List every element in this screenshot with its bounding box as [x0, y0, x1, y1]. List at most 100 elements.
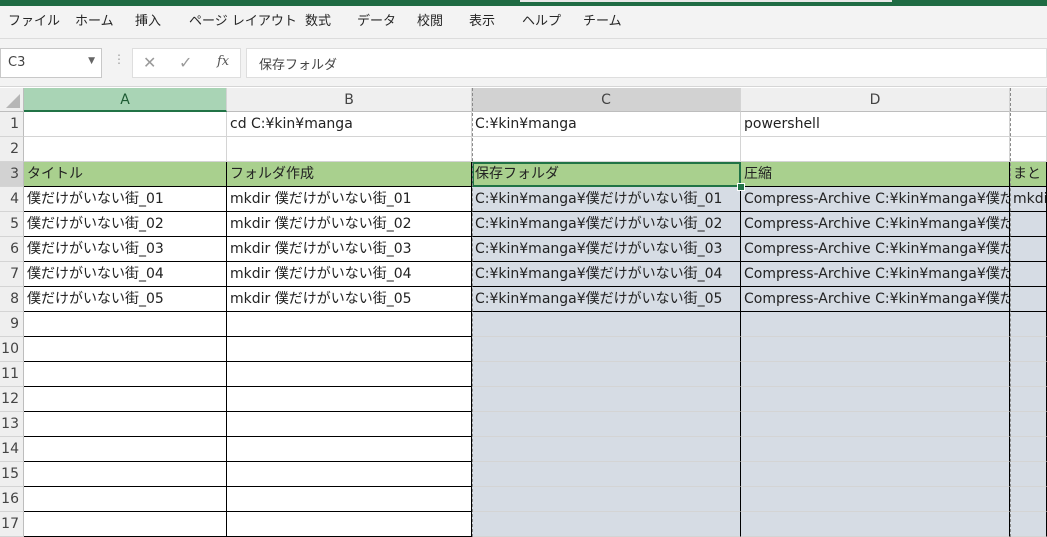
row-header-11[interactable]: 11: [0, 362, 24, 387]
cell-b13[interactable]: [227, 412, 472, 437]
check-icon[interactable]: ✓: [179, 53, 192, 72]
row-header-4[interactable]: 4: [0, 187, 24, 212]
cell-b9[interactable]: [227, 312, 472, 337]
cell-a4[interactable]: 僕だけがいない街_01: [24, 187, 227, 212]
cell-a10[interactable]: [24, 337, 227, 362]
row-header-14[interactable]: 14: [0, 437, 24, 462]
row-header-7[interactable]: 7: [0, 262, 24, 287]
cell-d6[interactable]: Compress-Archive C:¥kin¥manga¥僕だ: [741, 237, 1010, 262]
row-header-15[interactable]: 15: [0, 462, 24, 487]
tab-data[interactable]: データ: [357, 6, 396, 38]
column-header-e[interactable]: [1010, 88, 1047, 112]
cell-c17[interactable]: [472, 512, 741, 537]
cell-c14[interactable]: [472, 437, 741, 462]
name-box[interactable]: C3 ▼: [0, 48, 102, 78]
cancel-icon[interactable]: ✕: [143, 53, 156, 72]
cell-b8[interactable]: mkdir 僕だけがいない街_05: [227, 287, 472, 312]
row-header-17[interactable]: 17: [0, 512, 24, 537]
cell-e9[interactable]: [1010, 312, 1047, 337]
cell-a5[interactable]: 僕だけがいない街_02: [24, 212, 227, 237]
select-all-corner[interactable]: [0, 88, 24, 112]
cell-d4[interactable]: Compress-Archive C:¥kin¥manga¥僕だ: [741, 187, 1010, 212]
cell-e1[interactable]: [1010, 112, 1047, 137]
cell-d12[interactable]: [741, 387, 1010, 412]
cell-d15[interactable]: [741, 462, 1010, 487]
cell-c15[interactable]: [472, 462, 741, 487]
cell-e14[interactable]: [1010, 437, 1047, 462]
tab-file[interactable]: ファイル: [8, 6, 60, 38]
cell-d16[interactable]: [741, 487, 1010, 512]
cell-e5[interactable]: [1010, 212, 1047, 237]
cell-d2[interactable]: [741, 137, 1010, 162]
tab-formulas[interactable]: 数式: [305, 6, 331, 38]
cell-c13[interactable]: [472, 412, 741, 437]
cell-d7[interactable]: Compress-Archive C:¥kin¥manga¥僕だ: [741, 262, 1010, 287]
cell-c6[interactable]: C:¥kin¥manga¥僕だけがいない街_03: [472, 237, 741, 262]
cell-e16[interactable]: [1010, 487, 1047, 512]
cell-c1[interactable]: C:¥kin¥manga: [472, 112, 741, 137]
cell-d1[interactable]: powershell: [741, 112, 1010, 137]
formula-input[interactable]: 保存フォルダ: [246, 48, 1047, 78]
cell-d10[interactable]: [741, 337, 1010, 362]
cell-b14[interactable]: [227, 437, 472, 462]
cell-d5[interactable]: Compress-Archive C:¥kin¥manga¥僕だ: [741, 212, 1010, 237]
cell-a16[interactable]: [24, 487, 227, 512]
cell-b6[interactable]: mkdir 僕だけがいない街_03: [227, 237, 472, 262]
cell-b3[interactable]: フォルダ作成: [227, 162, 472, 187]
tab-insert[interactable]: 挿入: [135, 6, 161, 38]
tab-review[interactable]: 校閲: [417, 6, 443, 38]
cell-c8[interactable]: C:¥kin¥manga¥僕だけがいない街_05: [472, 287, 741, 312]
cell-a6[interactable]: 僕だけがいない街_03: [24, 237, 227, 262]
cell-a15[interactable]: [24, 462, 227, 487]
column-header-d[interactable]: D: [741, 88, 1010, 112]
cell-a3[interactable]: タイトル: [24, 162, 227, 187]
cell-e6[interactable]: [1010, 237, 1047, 262]
cell-e10[interactable]: [1010, 337, 1047, 362]
cell-e7[interactable]: [1010, 262, 1047, 287]
cell-a11[interactable]: [24, 362, 227, 387]
column-header-b[interactable]: B: [227, 88, 472, 112]
row-header-16[interactable]: 16: [0, 487, 24, 512]
cell-b15[interactable]: [227, 462, 472, 487]
cell-e8[interactable]: [1010, 287, 1047, 312]
insert-function-icon[interactable]: fx: [217, 54, 229, 69]
row-header-12[interactable]: 12: [0, 387, 24, 412]
tab-team[interactable]: チーム: [583, 6, 622, 38]
chevron-down-icon[interactable]: ▼: [88, 56, 95, 66]
cell-d8[interactable]: Compress-Archive C:¥kin¥manga¥僕だ: [741, 287, 1010, 312]
cell-c16[interactable]: [472, 487, 741, 512]
column-header-a[interactable]: A: [24, 88, 227, 112]
cell-c9[interactable]: [472, 312, 741, 337]
row-header-6[interactable]: 6: [0, 237, 24, 262]
row-header-9[interactable]: 9: [0, 312, 24, 337]
row-header-13[interactable]: 13: [0, 412, 24, 437]
cell-c5[interactable]: C:¥kin¥manga¥僕だけがいない街_02: [472, 212, 741, 237]
cell-c2[interactable]: [472, 137, 741, 162]
cell-b7[interactable]: mkdir 僕だけがいない街_04: [227, 262, 472, 287]
row-header-2[interactable]: 2: [0, 137, 24, 162]
cell-a17[interactable]: [24, 512, 227, 537]
cell-d3[interactable]: 圧縮: [741, 162, 1010, 187]
cell-b2[interactable]: [227, 137, 472, 162]
cell-c12[interactable]: [472, 387, 741, 412]
row-header-10[interactable]: 10: [0, 337, 24, 362]
cell-d14[interactable]: [741, 437, 1010, 462]
cell-b4[interactable]: mkdir 僕だけがいない街_01: [227, 187, 472, 212]
cell-c7[interactable]: C:¥kin¥manga¥僕だけがいない街_04: [472, 262, 741, 287]
cell-c10[interactable]: [472, 337, 741, 362]
cell-e3[interactable]: まと: [1010, 162, 1047, 187]
cell-b17[interactable]: [227, 512, 472, 537]
cell-c4[interactable]: C:¥kin¥manga¥僕だけがいない街_01: [472, 187, 741, 212]
cell-b16[interactable]: [227, 487, 472, 512]
cell-e13[interactable]: [1010, 412, 1047, 437]
row-header-5[interactable]: 5: [0, 212, 24, 237]
cell-c11[interactable]: [472, 362, 741, 387]
row-header-1[interactable]: 1: [0, 112, 24, 137]
tab-page-layout[interactable]: ページ レイアウト: [189, 6, 297, 38]
cell-c3[interactable]: 保存フォルダ: [472, 162, 741, 187]
tab-help[interactable]: ヘルプ: [522, 6, 561, 38]
cell-b10[interactable]: [227, 337, 472, 362]
cell-e4[interactable]: mkdi: [1010, 187, 1047, 212]
fill-handle[interactable]: [737, 183, 745, 191]
cell-e17[interactable]: [1010, 512, 1047, 537]
